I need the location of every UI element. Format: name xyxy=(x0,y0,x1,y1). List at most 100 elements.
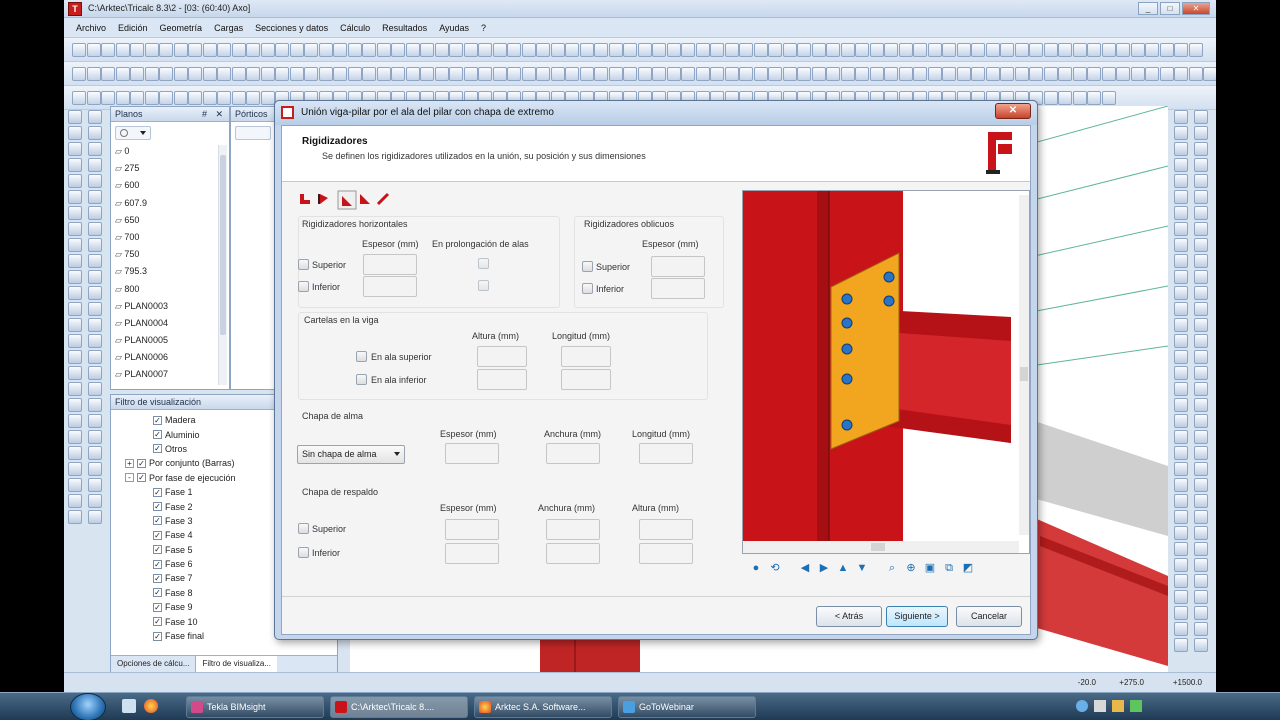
expander-icon[interactable]: + xyxy=(125,458,134,468)
side-tool-icon[interactable] xyxy=(1194,462,1208,476)
filter-checkbox[interactable]: ✓ xyxy=(153,573,162,583)
side-tool-icon[interactable] xyxy=(68,270,82,284)
toolbar-tool-icon[interactable] xyxy=(173,43,188,57)
side-tool-icon[interactable] xyxy=(68,302,82,316)
toolbar-tool-icon[interactable] xyxy=(855,67,869,81)
side-tool-icon[interactable] xyxy=(88,158,102,172)
side-tool-icon[interactable] xyxy=(1174,414,1188,428)
scroll-thumb[interactable] xyxy=(220,155,226,335)
h-superior-prolongacion-checkbox[interactable] xyxy=(478,258,489,269)
filter-checkbox[interactable]: ✓ xyxy=(153,502,162,512)
toolbar-tool-icon[interactable] xyxy=(420,67,434,81)
toolbar-tool-icon[interactable] xyxy=(1101,43,1116,57)
side-tool-icon[interactable] xyxy=(88,206,102,220)
toolbar-tool-icon[interactable] xyxy=(942,43,956,57)
toolbar-tool-icon[interactable] xyxy=(173,67,188,81)
respaldo-superior-espesor-field[interactable] xyxy=(445,519,499,540)
toolbar-tool-icon[interactable] xyxy=(159,91,173,105)
side-tool-icon[interactable] xyxy=(88,110,102,124)
side-tool-icon[interactable] xyxy=(1194,206,1208,220)
side-tool-icon[interactable] xyxy=(1174,462,1188,476)
plano-item[interactable]: ▱ 0 xyxy=(113,143,225,160)
side-tool-icon[interactable] xyxy=(1194,238,1208,252)
toolbar-tool-icon[interactable] xyxy=(956,67,971,81)
arrow-down-icon[interactable]: ▼ xyxy=(854,560,870,576)
plano-item[interactable]: ▱ PLAN0003 xyxy=(113,298,225,315)
side-tool-icon[interactable] xyxy=(68,174,82,188)
o-superior-espesor-field[interactable] xyxy=(651,256,705,277)
toolbar-tool-icon[interactable] xyxy=(202,91,217,105)
toolbar-tool-icon[interactable] xyxy=(797,43,811,57)
side-tool-icon[interactable] xyxy=(1174,174,1188,188)
side-tool-icon[interactable] xyxy=(1194,542,1208,556)
toolbar-tool-icon[interactable] xyxy=(1174,43,1188,57)
side-tool-icon[interactable] xyxy=(1194,254,1208,268)
tray-icon[interactable] xyxy=(1076,700,1088,712)
toolbar-tool-icon[interactable] xyxy=(637,43,652,57)
toolbar-tool-icon[interactable] xyxy=(753,43,768,57)
side-tool-icon[interactable] xyxy=(68,382,82,396)
toolbar-tool-icon[interactable] xyxy=(231,67,246,81)
toolbar-tool-icon[interactable] xyxy=(565,67,579,81)
tab-filtro-visualizacion[interactable]: Filtro de visualiza... xyxy=(196,656,277,673)
toolbar-tool-icon[interactable] xyxy=(434,67,449,81)
toolbar-tool-icon[interactable] xyxy=(72,67,86,81)
side-tool-icon[interactable] xyxy=(1174,350,1188,364)
side-tool-icon[interactable] xyxy=(1174,478,1188,492)
toolbar-tool-icon[interactable] xyxy=(782,67,797,81)
toolbar-tool-icon[interactable] xyxy=(173,91,188,105)
cartela-superior-checkbox[interactable] xyxy=(356,351,367,362)
menu-resultados[interactable]: Resultados xyxy=(382,23,427,33)
minimize-button[interactable]: _ xyxy=(1138,2,1158,15)
palette-icon[interactable]: ◩ xyxy=(960,560,976,576)
side-tool-icon[interactable] xyxy=(1174,334,1188,348)
side-tool-icon[interactable] xyxy=(1174,606,1188,620)
toolbar-tool-icon[interactable] xyxy=(768,43,782,57)
toolbar-tool-icon[interactable] xyxy=(333,43,347,57)
side-tool-icon[interactable] xyxy=(1174,286,1188,300)
toolbar-tool-icon[interactable] xyxy=(376,67,391,81)
toolbar-tool-icon[interactable] xyxy=(362,43,376,57)
toolbar-tool-icon[interactable] xyxy=(536,67,550,81)
side-tool-icon[interactable] xyxy=(1174,574,1188,588)
side-tool-icon[interactable] xyxy=(68,462,82,476)
toolbar-tool-icon[interactable] xyxy=(260,91,275,105)
side-tool-icon[interactable] xyxy=(1194,174,1208,188)
toolbar-tool-icon[interactable] xyxy=(478,43,492,57)
toolbar-tool-icon[interactable] xyxy=(217,91,231,105)
next-button[interactable]: Siguiente > xyxy=(886,606,948,627)
side-tool-icon[interactable] xyxy=(1194,302,1208,316)
plano-item[interactable]: ▱ 700 xyxy=(113,229,225,246)
toolbar-tool-icon[interactable] xyxy=(1145,67,1159,81)
toolbar-tool-icon[interactable] xyxy=(1043,91,1058,105)
toolbar-tool-icon[interactable] xyxy=(666,43,681,57)
toolbar-tool-icon[interactable] xyxy=(869,43,884,57)
respaldo-superior-anchura-field[interactable] xyxy=(546,519,600,540)
h-inferior-prolongacion-checkbox[interactable] xyxy=(478,280,489,291)
toolbar-tool-icon[interactable] xyxy=(550,43,565,57)
side-tool-icon[interactable] xyxy=(68,238,82,252)
side-tool-icon[interactable] xyxy=(1194,606,1208,620)
toolbar-tool-icon[interactable] xyxy=(507,67,521,81)
side-tool-icon[interactable] xyxy=(68,510,82,524)
filter-checkbox[interactable]: ✓ xyxy=(153,631,162,641)
toolbar-tool-icon[interactable] xyxy=(130,43,144,57)
toolbar-tool-icon[interactable] xyxy=(144,43,159,57)
plano-item[interactable]: ▱ PLAN0007 xyxy=(113,366,225,383)
close-button[interactable]: ✕ xyxy=(1182,2,1210,15)
cartela-superior-longitud-field[interactable] xyxy=(561,346,611,367)
toolbar-tool-icon[interactable] xyxy=(130,67,144,81)
menu-secciones[interactable]: Secciones y datos xyxy=(255,23,328,33)
filter-checkbox[interactable]: ✓ xyxy=(153,516,162,526)
toolbar-tool-icon[interactable] xyxy=(826,43,840,57)
filter-checkbox[interactable]: ✓ xyxy=(153,487,162,497)
side-tool-icon[interactable] xyxy=(88,366,102,380)
start-button[interactable] xyxy=(70,693,106,720)
toolbar-tool-icon[interactable] xyxy=(521,67,536,81)
toolbar-tool-icon[interactable] xyxy=(1014,43,1029,57)
toolbar-tool-icon[interactable] xyxy=(927,67,942,81)
side-tool-icon[interactable] xyxy=(68,110,82,124)
toolbar-tool-icon[interactable] xyxy=(855,43,869,57)
side-tool-icon[interactable] xyxy=(1194,622,1208,636)
toolbar-tool-icon[interactable] xyxy=(1072,91,1087,105)
